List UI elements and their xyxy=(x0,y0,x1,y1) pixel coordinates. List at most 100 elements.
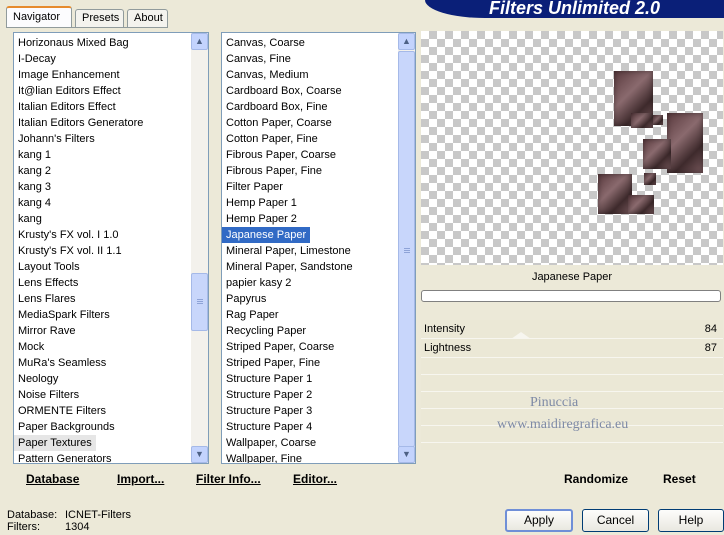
list-item[interactable]: Structure Paper 4 xyxy=(222,419,398,435)
list-item[interactable]: papier kasy 2 xyxy=(222,275,398,291)
list-item-label: Striped Paper, Coarse xyxy=(226,341,335,353)
list-item[interactable]: Canvas, Medium xyxy=(222,67,398,83)
tab-navigator[interactable]: Navigator xyxy=(6,6,72,28)
preview-shape xyxy=(628,195,654,214)
list-item[interactable]: Rag Paper xyxy=(222,307,398,323)
list-item[interactable]: Fibrous Paper, Coarse xyxy=(222,147,398,163)
list-item[interactable]: Horizonaus Mixed Bag xyxy=(14,35,191,51)
empty-slider-row xyxy=(421,375,723,392)
scroll-up-button[interactable]: ▲ xyxy=(191,33,208,50)
list-item[interactable]: Italian Editors Effect xyxy=(14,99,191,115)
list-item[interactable]: Johann's Filters xyxy=(14,131,191,147)
list-item[interactable]: Mineral Paper, Limestone xyxy=(222,243,398,259)
list-item-label: Hemp Paper 1 xyxy=(226,197,297,209)
list-item[interactable]: kang 1 xyxy=(14,147,191,163)
list-item[interactable]: MuRa's Seamless xyxy=(14,355,191,371)
list-item-label: Lens Flares xyxy=(18,293,76,305)
list-item[interactable]: Japanese Paper xyxy=(222,227,398,243)
progress-bar xyxy=(421,290,721,302)
list-item[interactable]: Recycling Paper xyxy=(222,323,398,339)
scroll-down-button[interactable]: ▼ xyxy=(191,446,208,463)
list-item[interactable]: Striped Paper, Fine xyxy=(222,355,398,371)
list-item[interactable]: Krusty's FX vol. I 1.0 xyxy=(14,227,191,243)
scroll-up-button[interactable]: ▲ xyxy=(398,33,415,50)
intensity-slider[interactable]: Intensity 84 xyxy=(421,320,723,339)
reset-button[interactable]: Reset xyxy=(663,472,696,486)
lightness-slider[interactable]: Lightness 87 xyxy=(421,339,723,358)
filter-info-button[interactable]: Filter Info... xyxy=(196,472,261,486)
list-item[interactable]: Cotton Paper, Coarse xyxy=(222,115,398,131)
list-item[interactable]: Paper Backgrounds xyxy=(14,419,191,435)
list-item-label: kang 4 xyxy=(18,197,52,209)
list-item[interactable]: Krusty's FX vol. II 1.1 xyxy=(14,243,191,259)
list-item-label: Structure Paper 1 xyxy=(226,373,313,385)
list-item[interactable]: Cardboard Box, Fine xyxy=(222,99,398,115)
preview-shape xyxy=(643,139,671,169)
list-item[interactable]: Structure Paper 2 xyxy=(222,387,398,403)
filter-items: Canvas, Coarse Canvas, Fine Canvas, Medium… xyxy=(222,35,398,463)
tab-divider xyxy=(6,27,168,28)
apply-button[interactable]: Apply xyxy=(505,509,573,532)
scroll-thumb[interactable] xyxy=(191,273,208,331)
database-button[interactable]: Database xyxy=(26,472,79,486)
filter-scrollbar[interactable]: ▲ ▼ xyxy=(398,33,415,463)
list-item[interactable]: Italian Editors Generatore xyxy=(14,115,191,131)
list-item[interactable]: Paper Textures xyxy=(14,435,191,451)
list-item[interactable]: kang 4 xyxy=(14,195,191,211)
list-item[interactable]: Structure Paper 1 xyxy=(222,371,398,387)
list-item[interactable]: Mock xyxy=(14,339,191,355)
list-item[interactable]: MediaSpark Filters xyxy=(14,307,191,323)
slider-label: Lightness xyxy=(424,342,472,354)
category-scrollbar[interactable]: ▲ ▼ xyxy=(191,33,208,463)
import-button[interactable]: Import... xyxy=(117,472,164,486)
list-item[interactable]: Fibrous Paper, Fine xyxy=(222,163,398,179)
list-item[interactable]: Filter Paper xyxy=(222,179,398,195)
list-item[interactable]: Mirror Rave xyxy=(14,323,191,339)
list-item[interactable]: Wallpaper, Fine xyxy=(222,451,398,463)
tab-presets[interactable]: Presets xyxy=(75,9,124,27)
list-item[interactable]: It@lian Editors Effect xyxy=(14,83,191,99)
list-item[interactable]: kang 3 xyxy=(14,179,191,195)
preview-shape xyxy=(631,113,653,128)
list-item[interactable]: Lens Flares xyxy=(14,291,191,307)
list-item[interactable]: Canvas, Coarse xyxy=(222,35,398,51)
list-item-label: Papyrus xyxy=(226,293,267,305)
list-item[interactable]: kang 2 xyxy=(14,163,191,179)
list-item[interactable]: Wallpaper, Coarse xyxy=(222,435,398,451)
list-item[interactable]: Lens Effects xyxy=(14,275,191,291)
list-item[interactable]: Striped Paper, Coarse xyxy=(222,339,398,355)
list-item[interactable]: ORMENTE Filters xyxy=(14,403,191,419)
tab-about[interactable]: About xyxy=(127,9,168,27)
list-item[interactable]: Papyrus xyxy=(222,291,398,307)
help-button[interactable]: Help xyxy=(658,509,724,532)
randomize-button[interactable]: Randomize xyxy=(564,472,628,486)
list-item[interactable]: Image Enhancement xyxy=(14,67,191,83)
list-item[interactable]: Pattern Generators xyxy=(14,451,191,463)
list-item[interactable]: Structure Paper 3 xyxy=(222,403,398,419)
scroll-down-button[interactable]: ▼ xyxy=(398,446,415,463)
list-item[interactable]: Hemp Paper 1 xyxy=(222,195,398,211)
scroll-thumb[interactable] xyxy=(398,51,415,447)
list-item-label: MuRa's Seamless xyxy=(18,357,107,369)
slider-value: 87 xyxy=(704,342,717,354)
list-item-label: Cardboard Box, Fine xyxy=(226,101,328,113)
list-item[interactable]: Mineral Paper, Sandstone xyxy=(222,259,398,275)
list-item[interactable]: Hemp Paper 2 xyxy=(222,211,398,227)
category-list[interactable]: Horizonaus Mixed Bag I-Decay Image Enhance… xyxy=(13,32,209,464)
list-item-label: Image Enhancement xyxy=(18,69,120,81)
cancel-button[interactable]: Cancel xyxy=(582,509,649,532)
list-item-label: Johann's Filters xyxy=(18,133,95,145)
list-item[interactable]: kang xyxy=(14,211,191,227)
list-item[interactable]: Noise Filters xyxy=(14,387,191,403)
filter-list[interactable]: Canvas, Coarse Canvas, Fine Canvas, Medium… xyxy=(221,32,416,464)
list-item[interactable]: Cotton Paper, Fine xyxy=(222,131,398,147)
list-item[interactable]: Neology xyxy=(14,371,191,387)
empty-slider-row xyxy=(421,358,723,375)
slider-marker[interactable] xyxy=(511,332,531,339)
list-item[interactable]: Cardboard Box, Coarse xyxy=(222,83,398,99)
list-item-label: Hemp Paper 2 xyxy=(226,213,297,225)
editor-button[interactable]: Editor... xyxy=(293,472,337,486)
list-item[interactable]: I-Decay xyxy=(14,51,191,67)
list-item[interactable]: Layout Tools xyxy=(14,259,191,275)
list-item[interactable]: Canvas, Fine xyxy=(222,51,398,67)
